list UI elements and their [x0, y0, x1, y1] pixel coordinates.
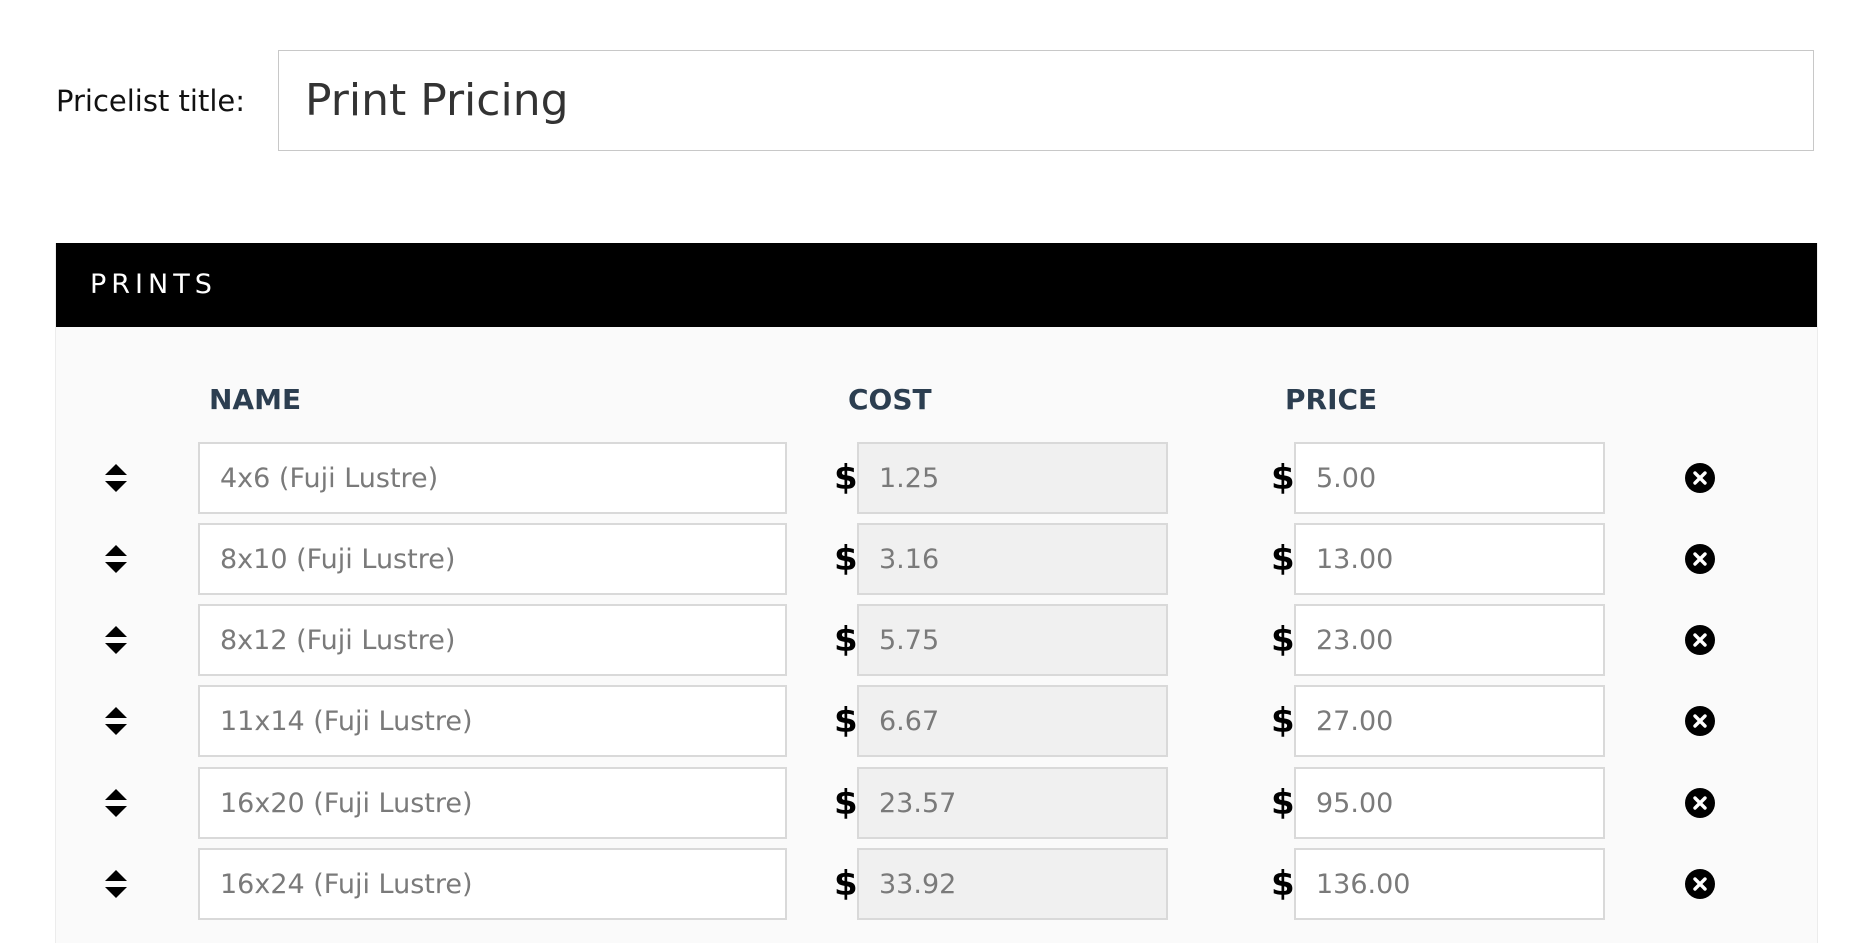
column-heading-cost: COST: [848, 383, 932, 416]
sort-arrows-icon[interactable]: [104, 705, 128, 737]
column-heading-price: PRICE: [1285, 383, 1378, 416]
remove-circle-icon[interactable]: [1685, 788, 1715, 818]
item-price-input[interactable]: [1294, 767, 1605, 839]
price-row: $$: [56, 685, 1817, 757]
cost-currency-symbol: $: [834, 701, 858, 741]
item-cost-input: [857, 442, 1168, 514]
remove-circle-icon[interactable]: [1685, 544, 1715, 574]
cost-currency-symbol: $: [834, 458, 858, 498]
remove-circle-icon[interactable]: [1685, 706, 1715, 736]
item-price-input[interactable]: [1294, 848, 1605, 920]
cost-currency-symbol: $: [834, 783, 858, 823]
price-currency-symbol: $: [1271, 458, 1295, 498]
column-heading-name: NAME: [209, 383, 302, 416]
price-row: $$: [56, 767, 1817, 839]
price-currency-symbol: $: [1271, 864, 1295, 904]
item-price-input[interactable]: [1294, 523, 1605, 595]
cost-currency-symbol: $: [834, 864, 858, 904]
item-name-input[interactable]: [198, 767, 787, 839]
sort-arrows-icon[interactable]: [104, 624, 128, 656]
price-row: $$: [56, 604, 1817, 676]
remove-circle-icon[interactable]: [1685, 625, 1715, 655]
item-price-input[interactable]: [1294, 604, 1605, 676]
price-currency-symbol: $: [1271, 783, 1295, 823]
price-row: $$: [56, 442, 1817, 514]
item-name-input[interactable]: [198, 685, 787, 757]
item-name-input[interactable]: [198, 442, 787, 514]
sort-arrows-icon[interactable]: [104, 787, 128, 819]
price-row: $$: [56, 848, 1817, 920]
sort-arrows-icon[interactable]: [104, 543, 128, 575]
cost-currency-symbol: $: [834, 539, 858, 579]
item-cost-input: [857, 523, 1168, 595]
remove-circle-icon[interactable]: [1685, 869, 1715, 899]
item-cost-input: [857, 604, 1168, 676]
item-cost-input: [857, 685, 1168, 757]
price-currency-symbol: $: [1271, 539, 1295, 579]
pricelist-title-input[interactable]: [278, 50, 1814, 151]
item-name-input[interactable]: [198, 523, 787, 595]
prints-section: PRINTS NAME COST PRICE $$$$$$$$$$$$: [55, 243, 1818, 943]
pricelist-title-row: Pricelist title:: [56, 50, 1816, 153]
sort-arrows-icon[interactable]: [104, 462, 128, 494]
price-currency-symbol: $: [1271, 620, 1295, 660]
item-cost-input: [857, 848, 1168, 920]
prints-section-header: PRINTS: [56, 243, 1817, 327]
price-row: $$: [56, 523, 1817, 595]
item-name-input[interactable]: [198, 604, 787, 676]
item-price-input[interactable]: [1294, 442, 1605, 514]
remove-circle-icon[interactable]: [1685, 463, 1715, 493]
item-cost-input: [857, 767, 1168, 839]
item-price-input[interactable]: [1294, 685, 1605, 757]
pricelist-title-label: Pricelist title:: [56, 84, 246, 118]
sort-arrows-icon[interactable]: [104, 868, 128, 900]
item-name-input[interactable]: [198, 848, 787, 920]
price-currency-symbol: $: [1271, 701, 1295, 741]
cost-currency-symbol: $: [834, 620, 858, 660]
